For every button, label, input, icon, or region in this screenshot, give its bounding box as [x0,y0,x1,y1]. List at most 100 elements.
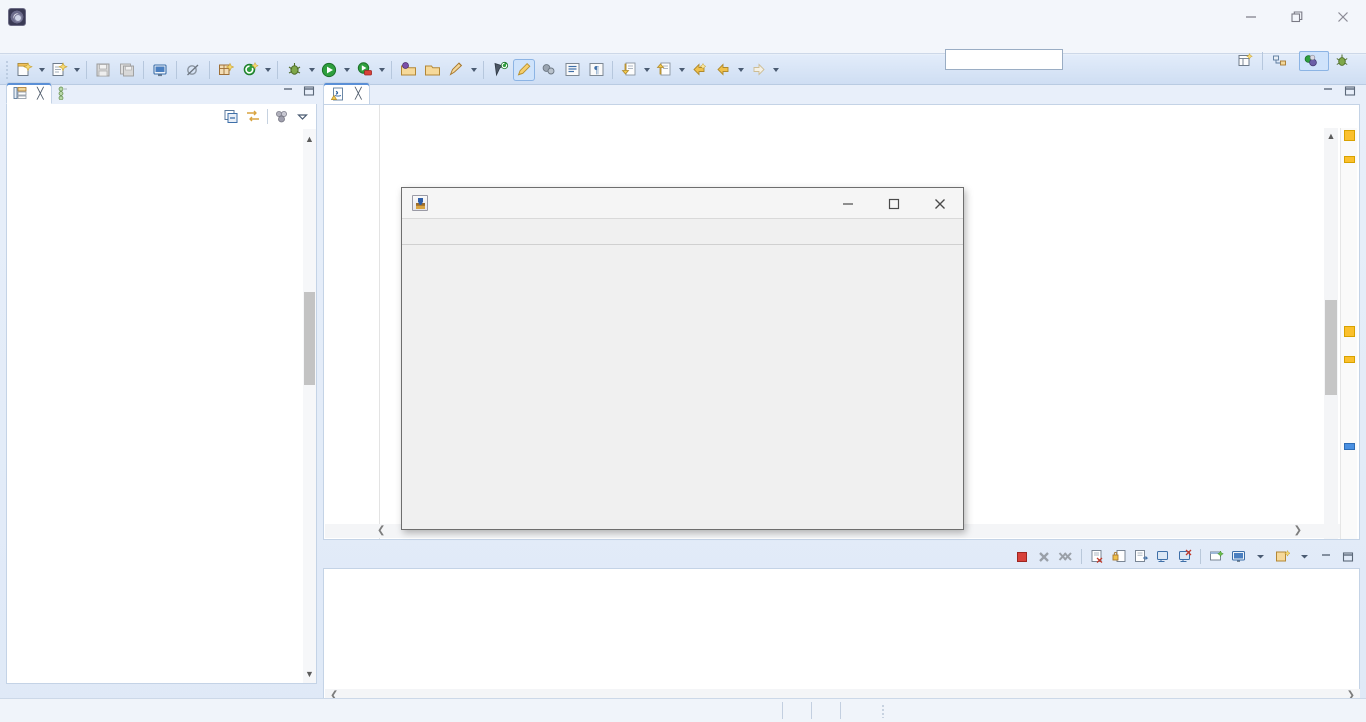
clear-console-icon[interactable] [1087,547,1107,567]
tree-scrollbar-thumb[interactable] [304,292,315,385]
view-dropdown-icon[interactable] [296,110,309,123]
project-tree[interactable] [6,128,317,684]
scroll-lock-icon[interactable] [1109,547,1129,567]
java-warn-icon [331,87,343,100]
java-swing-window[interactable] [401,187,964,530]
minimize-window-button[interactable] [1228,0,1274,34]
collapse-all-icon[interactable] [224,109,239,124]
new-java-package-icon[interactable] [215,59,237,81]
close-icon[interactable]: ╳ [37,87,44,100]
maximize-icon[interactable] [1344,85,1356,97]
search-dropdown-icon[interactable] [468,59,479,81]
view-menu-icon[interactable] [274,109,290,124]
open-type-icon[interactable] [397,59,419,81]
overview-marker[interactable] [1344,356,1355,363]
show-console-on-error-icon[interactable] [1175,547,1195,567]
maximize-icon[interactable] [1338,547,1358,567]
perspective-java-ee[interactable] [1268,51,1298,71]
perspective-debug[interactable] [1330,51,1360,71]
open-task-icon[interactable] [421,59,443,81]
pilcrow-icon[interactable]: ¶ [585,59,607,81]
show-whitespace-icon[interactable] [561,59,583,81]
save-all-icon[interactable] [116,59,138,81]
minimize-icon[interactable] [1316,547,1336,567]
editor-scrollbar-thumb[interactable] [1325,300,1337,395]
tree-scroll-up-icon[interactable]: ▲ [304,132,315,146]
tab-type-hierarchy[interactable] [52,82,83,104]
display-dropdown-icon[interactable] [1250,547,1270,567]
run-external-tools-icon[interactable] [353,59,375,81]
new-java-class-icon[interactable] [48,59,70,81]
pin-console-icon[interactable] [1206,547,1226,567]
debug-icon[interactable] [283,59,305,81]
editor-hscroll-left-icon[interactable]: ❮ [377,525,385,536]
run-icon[interactable] [318,59,340,81]
terminate-icon[interactable] [1012,547,1032,567]
forward-dropdown-icon[interactable] [770,59,781,81]
link-with-editor-icon[interactable] [245,109,261,124]
forward-disabled-icon[interactable] [747,59,769,81]
left-panel-tabs: ╳ [6,82,317,104]
last-edit-location-icon[interactable] [489,59,511,81]
minimize-icon[interactable] [1322,85,1334,97]
previous-annotation-icon[interactable] [653,59,675,81]
swing-close-button[interactable] [917,188,963,219]
run-dropdown-icon[interactable] [341,59,352,81]
java-ee-perspective-icon [1273,55,1286,65]
new-wizard-dropdown-icon[interactable] [36,59,47,81]
maximize-icon[interactable] [303,85,315,97]
overview-marker[interactable] [1344,156,1355,163]
skip-breakpoints-icon[interactable] [537,59,559,81]
console-output[interactable]: ❮ ❯ [323,568,1360,704]
tree-scrollbar-track[interactable] [303,129,316,683]
next-annotation-icon[interactable] [618,59,640,81]
save-icon[interactable] [92,59,114,81]
status-grip [881,703,885,718]
tab-package-explorer[interactable]: ╳ [6,82,52,104]
swing-maximize-button[interactable] [871,188,917,219]
forward-icon[interactable] [712,59,734,81]
editor-overview-ruler[interactable] [1340,128,1357,539]
remove-launch-icon[interactable] [1034,547,1054,567]
swing-minimize-button[interactable] [825,188,871,219]
run-external-dropdown-icon[interactable] [376,59,387,81]
show-console-on-output-icon[interactable] [1153,547,1173,567]
new-project-dropdown-icon[interactable] [262,59,273,81]
tree-scroll-down-icon[interactable]: ▼ [304,667,315,681]
close-icon[interactable]: ╳ [355,87,362,100]
new-java-class-dropdown-icon[interactable] [71,59,82,81]
open-console-icon[interactable] [1272,547,1292,567]
open-perspective-icon[interactable] [1234,50,1256,72]
new-project-icon[interactable] [239,59,261,81]
overview-marker[interactable] [1344,130,1355,141]
display-selected-console-icon[interactable] [1228,547,1248,567]
close-window-button[interactable] [1320,0,1366,34]
back-icon[interactable] [688,59,710,81]
open-console-dropdown-icon[interactable] [1294,547,1314,567]
line-number-gutter [324,105,380,539]
overview-marker[interactable] [1344,326,1355,337]
toggle-breakpoint-icon[interactable] [182,59,204,81]
debug-dropdown-icon[interactable] [306,59,317,81]
tab-loginview-java[interactable]: ╳ [323,82,370,104]
back-dropdown-icon[interactable] [735,59,746,81]
word-wrap-icon[interactable] [1131,547,1151,567]
perspective-java[interactable] [1299,50,1329,71]
toggle-mark-occurrences-icon[interactable] [513,58,535,81]
print-icon[interactable] [149,59,171,81]
restore-window-button[interactable] [1274,0,1320,34]
new-wizard-icon[interactable] [13,59,35,81]
title-bar [0,0,1366,34]
editor-scroll-up-icon[interactable]: ▲ [1325,131,1337,144]
minimize-icon[interactable] [282,85,294,97]
editor-hscroll-right-icon[interactable]: ❯ [1294,525,1302,536]
overview-marker-cursor[interactable] [1344,443,1355,450]
toolbar-grip[interactable] [5,59,9,80]
quick-access-input[interactable] [945,49,1063,70]
previous-annotation-dropdown-icon[interactable] [676,59,687,81]
remove-all-terminated-icon[interactable] [1056,547,1076,567]
console-toolbar-separator [1081,549,1082,564]
search-icon[interactable] [445,59,467,81]
next-annotation-dropdown-icon[interactable] [641,59,652,81]
toolbar-separator [86,60,87,79]
